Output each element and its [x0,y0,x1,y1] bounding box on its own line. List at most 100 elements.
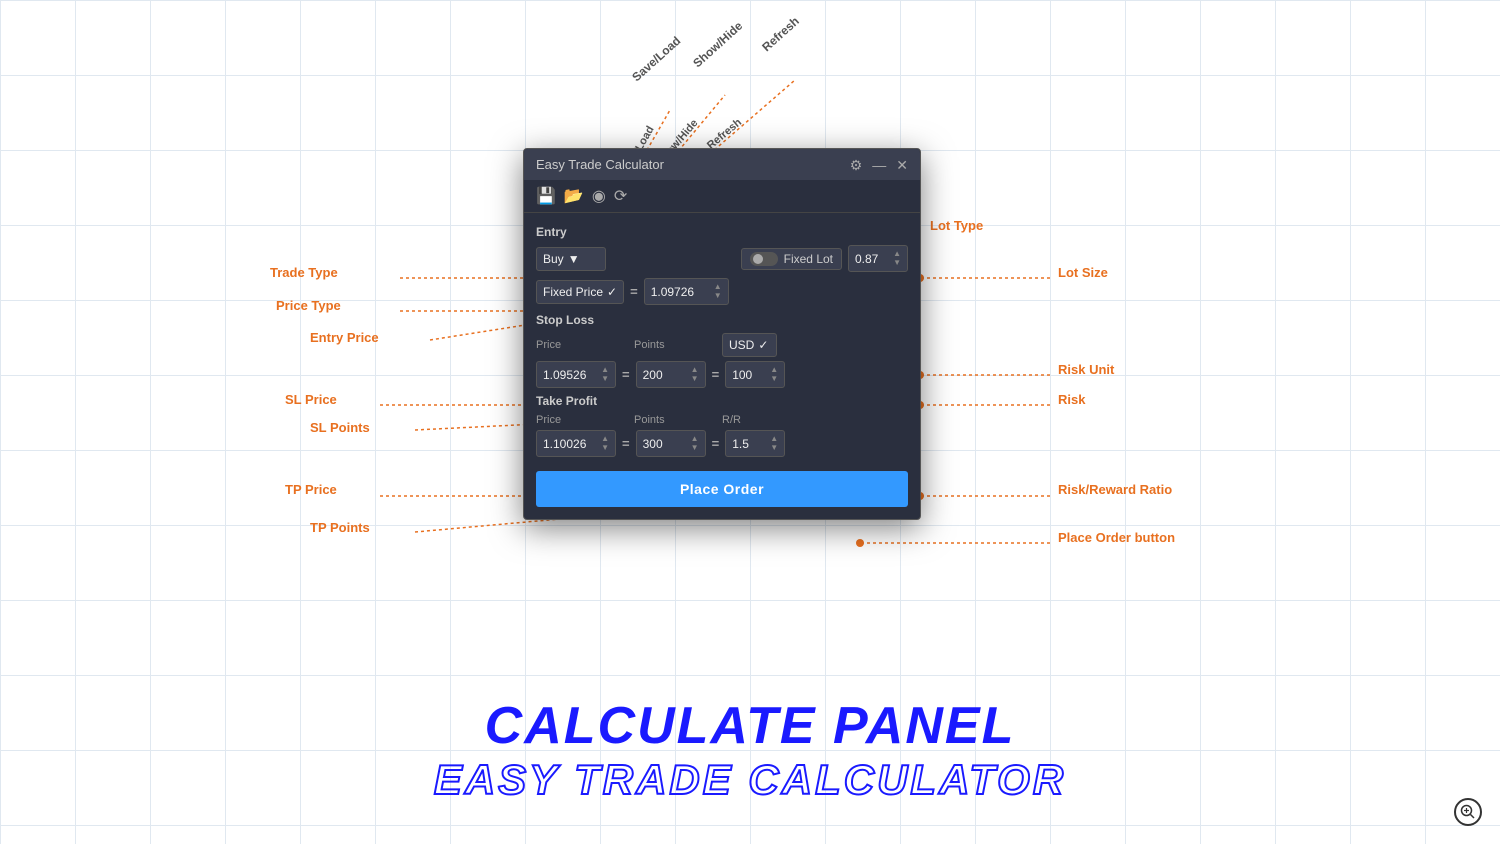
tp-price-input[interactable]: 1.10026 ▲ ▼ [536,430,616,457]
title-bar-controls: ⚙ — ✕ [850,158,908,172]
lot-size-annotation: Lot Size [1058,265,1108,280]
entry-price-spinner[interactable]: ▲ ▼ [714,283,722,300]
tp-points-annotation: TP Points [310,520,370,535]
lot-size-spinner[interactable]: ▲ ▼ [893,250,901,267]
calculator-window: Easy Trade Calculator ⚙ — ✕ 💾 📂 ◉ ⟳ Entr… [523,148,921,520]
lot-type-annotation: Lot Type [930,218,983,233]
bottom-title: CALCULATE PANEL EASY TRADE CALCULATOR [434,696,1066,804]
tp-points-value: 300 [643,437,663,451]
sl-price-up[interactable]: ▲ [601,366,609,374]
sl-points-value: 200 [643,368,663,382]
tp-points-input[interactable]: 300 ▲ ▼ [636,430,706,457]
risk-unit-select[interactable]: USD ✓ [722,333,777,357]
trade-type-select[interactable]: Buy ▼ [536,247,606,271]
eye-icon[interactable]: ◉ [592,186,606,206]
trade-type-annotation: Trade Type [270,265,338,280]
entry-price-annotation: Entry Price [310,330,379,345]
entry-section-label: Entry [536,225,908,239]
tp-points-up[interactable]: ▲ [691,435,699,443]
sl-eq2: = [712,367,720,382]
trade-type-value: Buy [543,252,564,266]
entry-price-input[interactable]: 1.09726 ▲ ▼ [644,278,729,305]
risk-unit-annotation: Risk Unit [1058,362,1114,377]
sl-price-down[interactable]: ▼ [601,375,609,383]
sl-eq1: = [622,367,630,382]
rr-input[interactable]: 1.5 ▲ ▼ [725,430,785,457]
entry-price-value: 1.09726 [651,285,694,299]
sub-title: EASY TRADE CALCULATOR [434,756,1066,804]
tp-points-col-header: Points [634,414,704,426]
rr-spinner[interactable]: ▲ ▼ [770,435,778,452]
sl-price-spinner[interactable]: ▲ ▼ [601,366,609,383]
sl-values-row: 1.09526 ▲ ▼ = 200 ▲ ▼ = 100 [536,361,908,388]
sl-price-col-header: Price [536,339,616,351]
take-profit-section: Take Profit Price Points R/R 1.10026 ▲ ▼… [536,394,908,457]
title-bar: Easy Trade Calculator ⚙ — ✕ [524,149,920,180]
toggle-switch-icon [750,252,778,266]
tp-eq1: = [622,436,630,451]
rr-down[interactable]: ▼ [770,444,778,452]
entry-price-down[interactable]: ▼ [714,292,722,300]
tp-price-value: 1.10026 [543,437,586,451]
risk-spinner[interactable]: ▲ ▼ [770,366,778,383]
rr-value: 1.5 [732,437,749,451]
entry-price-up[interactable]: ▲ [714,283,722,291]
rr-up[interactable]: ▲ [770,435,778,443]
price-type-row: Fixed Price ✓ = 1.09726 ▲ ▼ [536,278,908,305]
sl-price-input[interactable]: 1.09526 ▲ ▼ [536,361,616,388]
main-title: CALCULATE PANEL [434,696,1066,756]
lot-size-value: 0.87 [855,252,878,266]
risk-unit-value: USD [729,338,754,352]
tp-values-row: 1.10026 ▲ ▼ = 300 ▲ ▼ = 1.5 [536,430,908,457]
tp-points-down[interactable]: ▼ [691,444,699,452]
lot-type-toggle[interactable]: Fixed Lot [741,248,842,270]
settings-icon[interactable]: ⚙ [850,158,863,172]
lot-size-input[interactable]: 0.87 ▲ ▼ [848,245,908,272]
tp-eq2: = [712,436,720,451]
risk-up[interactable]: ▲ [770,366,778,374]
price-type-select[interactable]: Fixed Price ✓ [536,280,624,304]
tp-price-col-header: Price [536,414,616,426]
take-profit-label: Take Profit [536,394,908,408]
sl-col-headers: Price Points USD ✓ [536,333,908,357]
entry-equals: = [630,284,638,299]
sl-points-col-header: Points [634,339,704,351]
lot-size-up[interactable]: ▲ [893,250,901,258]
save-icon[interactable]: 💾 [536,186,556,206]
risk-down[interactable]: ▼ [770,375,778,383]
tp-price-up[interactable]: ▲ [601,435,609,443]
tp-rr-col-header: R/R [722,414,782,426]
tp-col-headers: Price Points R/R [536,414,908,426]
sl-points-up[interactable]: ▲ [691,366,699,374]
window-title: Easy Trade Calculator [536,157,664,172]
sl-price-value: 1.09526 [543,368,586,382]
sl-points-annotation: SL Points [310,420,370,435]
place-order-btn-annotation: Place Order button [1058,530,1175,545]
sl-points-down[interactable]: ▼ [691,375,699,383]
refresh-icon[interactable]: ⟳ [614,186,627,206]
panel-body: Entry Buy ▼ Fixed Lot 0.87 ▲ ▼ [524,213,920,519]
zoom-icon[interactable] [1454,798,1482,826]
tp-price-spinner[interactable]: ▲ ▼ [601,435,609,452]
risk-annotation: Risk [1058,392,1085,407]
trade-type-chevron: ▼ [568,252,580,266]
tp-points-spinner[interactable]: ▲ ▼ [691,435,699,452]
sl-points-spinner[interactable]: ▲ ▼ [691,366,699,383]
sl-points-input[interactable]: 200 ▲ ▼ [636,361,706,388]
place-order-button[interactable]: Place Order [536,471,908,507]
tp-price-down[interactable]: ▼ [601,444,609,452]
toolbar: 💾 📂 ◉ ⟳ [524,180,920,213]
stop-loss-label: Stop Loss [536,313,908,327]
sl-price-annotation: SL Price [285,392,337,407]
risk-unit-chevron: ✓ [758,338,768,352]
close-icon[interactable]: ✕ [896,158,908,172]
risk-value: 100 [732,368,752,382]
price-type-value: Fixed Price [543,285,603,299]
entry-row: Buy ▼ Fixed Lot 0.87 ▲ ▼ [536,245,908,272]
lot-size-down[interactable]: ▼ [893,259,901,267]
risk-input[interactable]: 100 ▲ ▼ [725,361,785,388]
stop-loss-section: Stop Loss Price Points USD ✓ 1.09526 ▲ ▼ [536,313,908,388]
minimize-icon[interactable]: — [872,158,886,172]
rr-ratio-annotation: Risk/Reward Ratio [1058,482,1172,497]
load-icon[interactable]: 📂 [564,186,584,206]
